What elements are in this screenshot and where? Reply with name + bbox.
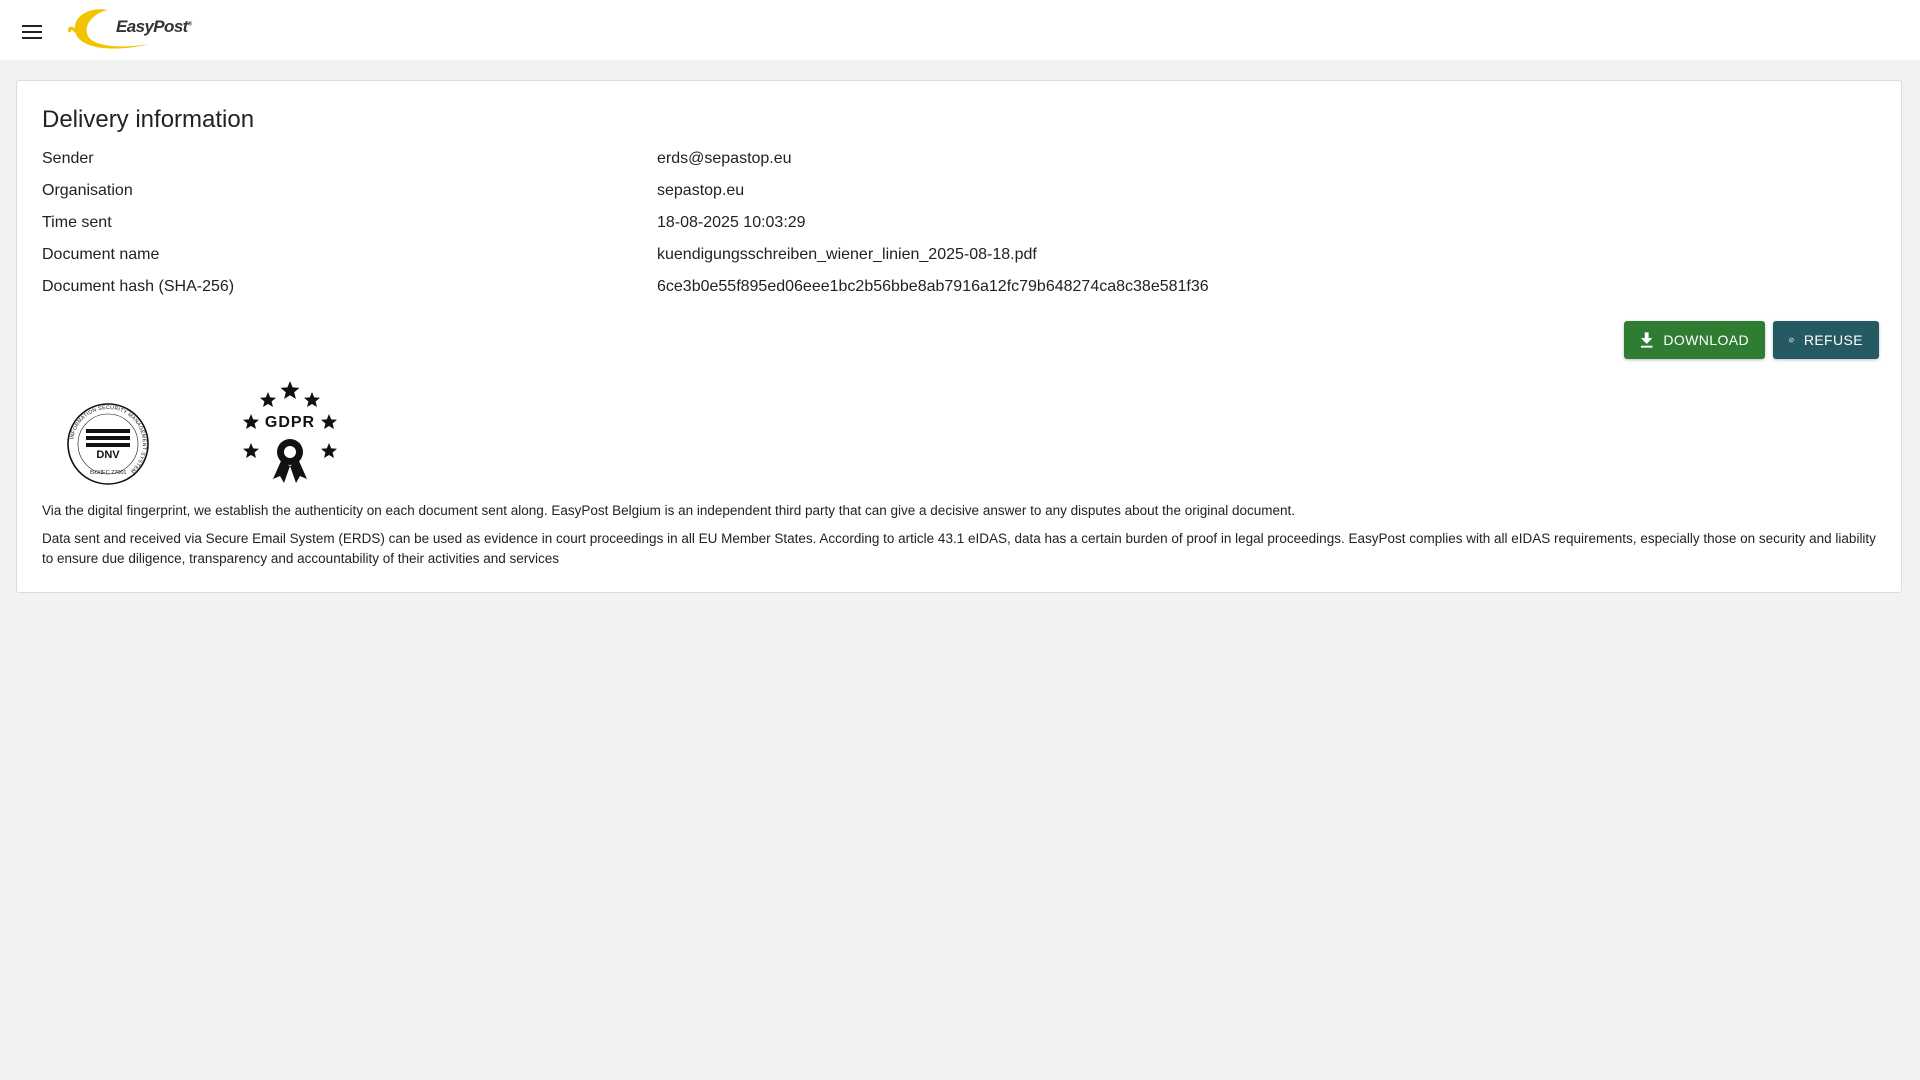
info-value: 18-08-2025 10:03:29 (657, 214, 806, 231)
info-value: kuendigungsschreiben_wiener_linien_2025-… (657, 246, 1037, 263)
delivery-card: Delivery information Sender erds@sepasto… (16, 80, 1902, 593)
page-title: Delivery information (42, 106, 255, 133)
menu-icon (22, 25, 42, 39)
info-row-sender: Sender erds@sepastop.eu (42, 147, 1872, 171)
download-button[interactable]: DOWNLOAD (1624, 321, 1765, 359)
gdpr-badge-icon: GDPR (243, 381, 337, 483)
download-icon (1640, 332, 1653, 348)
dnv-iso-badge-icon: INFORMATION SECURITY MANAGEMENT SYSTEM D… (67, 403, 149, 485)
dnv-standard: ISO/IEC 27001 (90, 470, 127, 476)
info-value: erds@sepastop.eu (657, 150, 792, 167)
download-label: DOWNLOAD (1663, 332, 1749, 348)
logo-text: EasyPost® (116, 17, 192, 36)
info-row-document-hash: Document hash (SHA-256) 6ce3b0e55f895ed0… (42, 275, 1872, 299)
top-bar: EasyPost® (0, 0, 1920, 60)
info-label: Document name (42, 246, 160, 263)
menu-button[interactable] (12, 14, 52, 50)
dnv-name: DNV (96, 449, 120, 461)
info-value: sepastop.eu (657, 182, 745, 199)
info-label: Sender (42, 150, 94, 167)
legal-evidence-text: Data sent and received via Secure Email … (42, 531, 1876, 566)
info-row-document-name: Document name kuendigungsschreiben_wiene… (42, 243, 1872, 267)
info-row-time-sent: Time sent 18-08-2025 10:03:29 (42, 211, 1872, 235)
block-icon (1789, 337, 1794, 343)
refuse-label: REFUSE (1803, 332, 1863, 348)
info-row-organisation: Organisation sepastop.eu (42, 179, 1872, 203)
easypost-logo[interactable]: EasyPost® (68, 4, 192, 54)
authenticity-text: Via the digital fingerprint, we establis… (42, 503, 1296, 518)
refuse-button[interactable]: REFUSE (1773, 321, 1879, 359)
info-label: Document hash (SHA-256) (42, 278, 235, 295)
gdpr-text: GDPR (265, 414, 315, 431)
info-value: 6ce3b0e55f895ed06eee1bc2b56bbe8ab7916a12… (657, 278, 1209, 295)
info-label: Time sent (42, 214, 112, 231)
info-label: Organisation (42, 182, 133, 199)
